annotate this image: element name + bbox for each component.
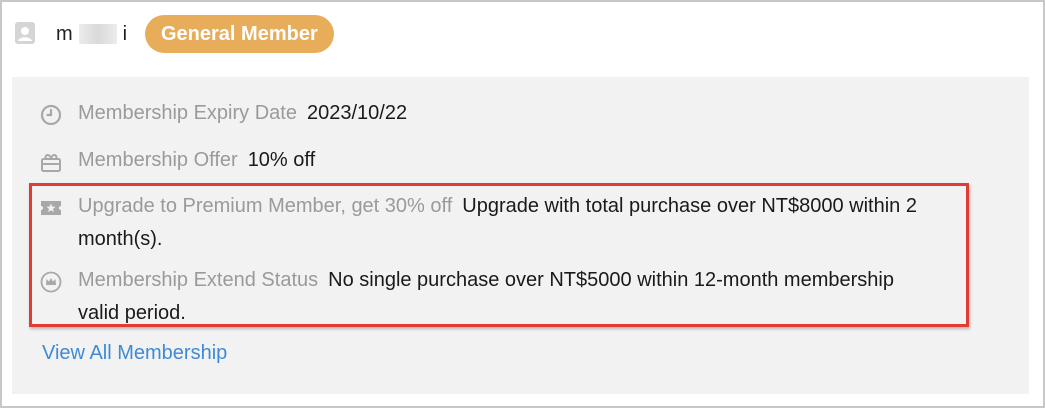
- member-name-first: m: [56, 22, 73, 45]
- member-name: m i: [56, 22, 127, 46]
- member-header: m i General Member: [2, 2, 1043, 68]
- contact-card-icon: [14, 21, 36, 45]
- member-name-last: i: [122, 22, 128, 45]
- gift-icon: [40, 151, 62, 173]
- detail-row-offer: Membership Offer 10% off: [40, 144, 1000, 177]
- member-level-badge: General Member: [145, 15, 334, 53]
- detail-label: Membership Offer: [78, 149, 238, 171]
- detail-label: Membership Expiry Date: [78, 102, 297, 124]
- detail-row-expiry: Membership Expiry Date 2023/10/22: [40, 97, 1000, 130]
- view-all-membership-link[interactable]: View All Membership: [42, 342, 227, 365]
- membership-card: m i General Member Membership Expiry Dat…: [0, 0, 1045, 408]
- redacted-name-block: [78, 24, 117, 44]
- membership-details-panel: Membership Expiry Date 2023/10/22 Members…: [12, 77, 1029, 394]
- highlight-annotation-box: [29, 183, 969, 327]
- detail-value: 2023/10/22: [306, 102, 408, 124]
- clock-icon: [40, 104, 62, 126]
- detail-value: 10% off: [247, 149, 316, 171]
